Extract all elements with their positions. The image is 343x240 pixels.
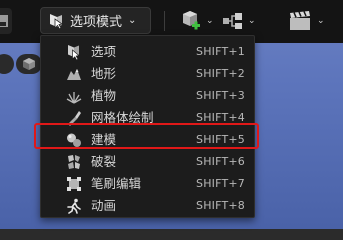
fracture-icon [68, 155, 80, 169]
menu-item-brush-edit[interactable]: 笔刷编辑 SHIFT+7 [41, 173, 254, 195]
menu-item-label: 动画 [91, 198, 117, 213]
menu-item-fracture[interactable]: 破裂 SHIFT+6 [41, 151, 254, 173]
menu-item-landscape[interactable]: 地形 SHIFT+2 [41, 63, 254, 85]
menu-item-label: 选项 [91, 44, 117, 59]
menu-item-foliage[interactable]: 植物 SHIFT+3 [41, 85, 254, 107]
chevron-down-icon: ⌄ [128, 15, 137, 26]
selection-mode-button[interactable]: 选项模式 ⌄ [40, 7, 151, 34]
selection-mode-icon [48, 13, 64, 29]
add-actor-icon [183, 11, 200, 30]
menu-item-label: 破裂 [91, 154, 117, 169]
menu-item-shortcut: SHIFT+8 [196, 199, 245, 212]
blueprint-icon [223, 13, 242, 29]
chevron-down-icon: ⌄ [206, 16, 214, 26]
menu-item-select[interactable]: 选项 SHIFT+1 [41, 41, 254, 63]
menu-item-label: 笔刷编辑 [91, 176, 142, 191]
menu-item-shortcut: SHIFT+2 [196, 67, 245, 80]
save-button[interactable] [0, 8, 12, 34]
selection-mode-label: 选项模式 [70, 15, 123, 30]
highlight-box [34, 123, 259, 149]
menu-item-animation[interactable]: 动画 SHIFT+8 [41, 195, 254, 217]
cube-icon [23, 58, 35, 70]
menu-item-shortcut: SHIFT+6 [196, 155, 245, 168]
menu-item-shortcut: SHIFT+1 [196, 45, 245, 58]
cinematics-button[interactable]: ⌄ [289, 8, 325, 34]
landscape-icon [67, 69, 81, 80]
chevron-down-icon: ⌄ [248, 16, 256, 26]
save-icon [0, 15, 8, 27]
menu-item-shortcut: SHIFT+7 [196, 177, 245, 190]
menu-item-shortcut: SHIFT+3 [196, 89, 245, 102]
blueprint-button[interactable]: ⌄ [222, 8, 256, 34]
toolbar-separator [164, 11, 165, 31]
perspective-pill[interactable] [16, 54, 42, 74]
foliage-icon [66, 92, 82, 104]
menu-item-label: 植物 [91, 88, 117, 103]
animation-icon [67, 198, 81, 214]
add-actor-button[interactable]: ⌄ [180, 8, 214, 34]
chevron-down-icon: ⌄ [317, 16, 325, 26]
cinematics-icon [290, 11, 310, 30]
brush-edit-icon [67, 177, 81, 191]
select-cursor-icon [68, 45, 80, 60]
menu-item-label: 地形 [91, 66, 117, 81]
